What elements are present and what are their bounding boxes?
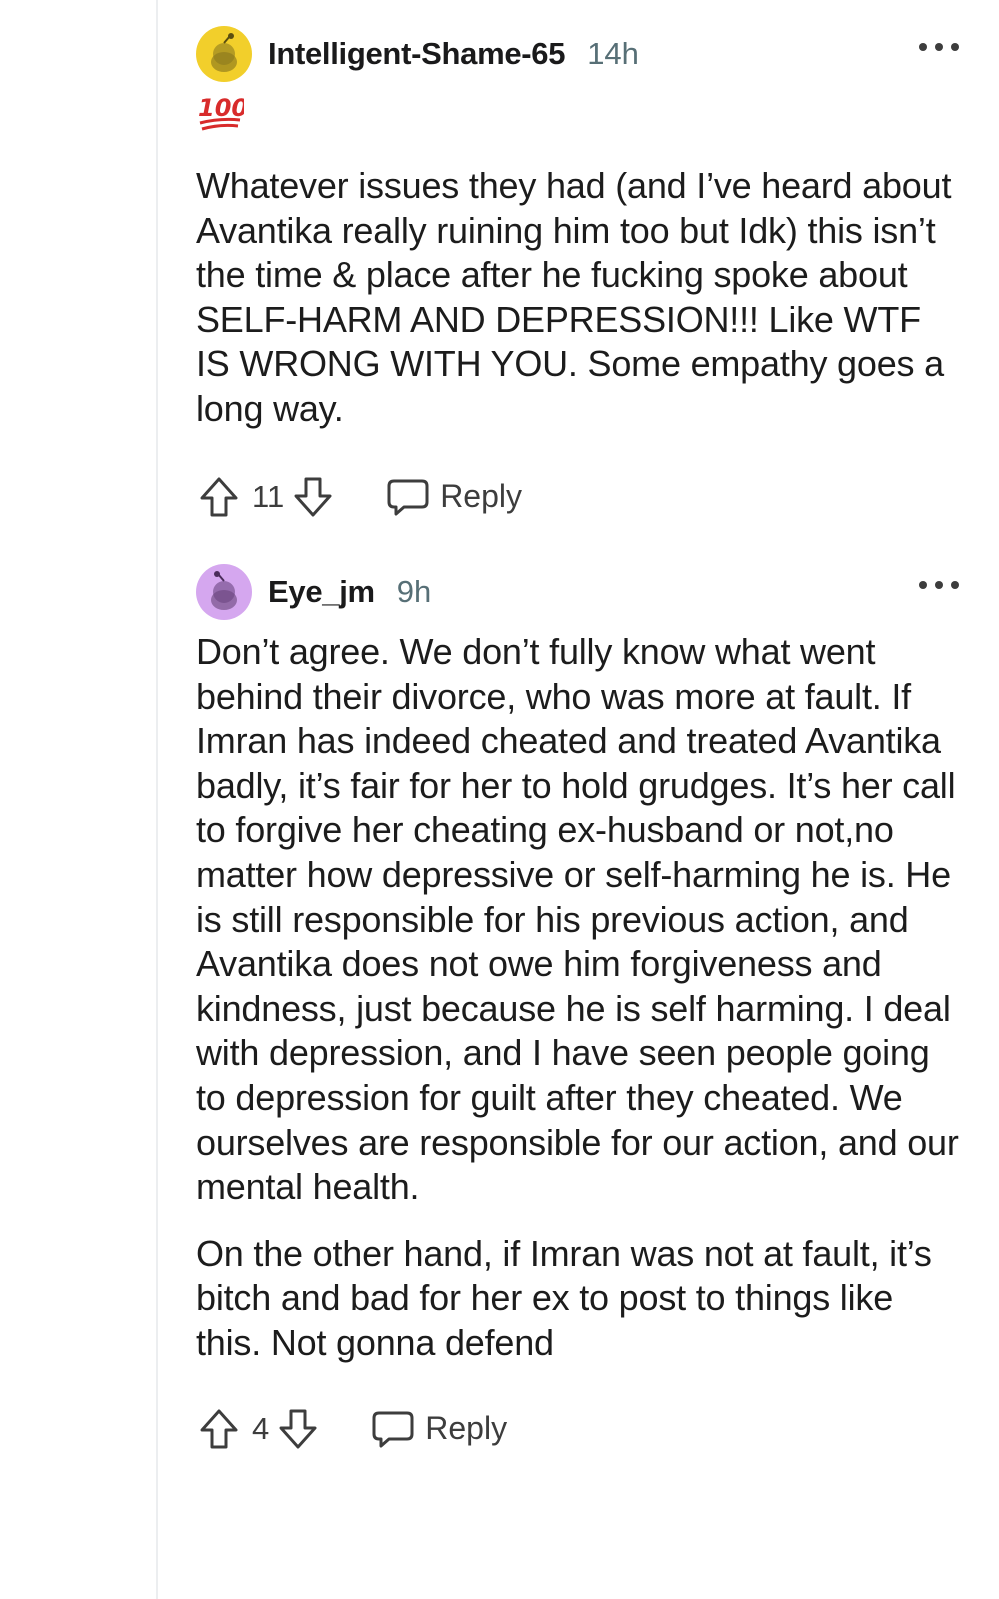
reply-button[interactable]: Reply xyxy=(371,1409,507,1449)
comment-actions: 11 Reply xyxy=(196,472,959,522)
vote-count: 11 xyxy=(252,478,285,514)
comment-paragraph: Don’t agree. We don’t fully know what we… xyxy=(196,631,959,1208)
reply-label: Reply xyxy=(440,478,522,515)
comment-body: Don’t agree. We don’t fully know what we… xyxy=(196,630,959,1366)
downvote-arrow-icon[interactable] xyxy=(290,472,336,522)
reply-button[interactable]: Reply xyxy=(386,477,522,517)
timestamp: 14h xyxy=(587,36,639,71)
speech-bubble-icon xyxy=(372,1411,414,1447)
avatar[interactable] xyxy=(196,564,252,620)
snoo-avatar-icon xyxy=(211,571,237,610)
more-options-icon[interactable] xyxy=(919,40,959,54)
upvote-arrow-icon[interactable] xyxy=(196,1404,242,1454)
comment: Intelligent-Shame-65 14h 100 Whatever is… xyxy=(196,26,959,522)
comment-body: Whatever issues they had (and I’ve heard… xyxy=(196,165,952,429)
speech-bubble-icon xyxy=(387,479,429,516)
username[interactable]: Eye_jm xyxy=(268,574,375,610)
username[interactable]: Intelligent-Shame-65 xyxy=(268,36,565,72)
svg-text:100: 100 xyxy=(198,94,244,122)
avatar[interactable] xyxy=(196,26,252,82)
upvote-arrow-icon[interactable] xyxy=(196,472,242,522)
more-options-icon[interactable] xyxy=(919,578,959,592)
comment-header: Intelligent-Shame-65 14h xyxy=(196,26,959,82)
hundred-points-emoji-icon: 100 xyxy=(196,90,248,139)
thread-line xyxy=(156,0,158,1599)
comment-header: Eye_jm 9h xyxy=(196,564,959,620)
comment-actions: 4 Reply xyxy=(196,1404,959,1454)
downvote-arrow-icon[interactable] xyxy=(275,1404,321,1454)
comment-paragraph: On the other hand, if Imran was not at f… xyxy=(196,1232,932,1363)
reply-label: Reply xyxy=(425,1410,508,1446)
vote-count: 4 xyxy=(252,1410,270,1446)
timestamp: 9h xyxy=(396,574,432,609)
comment: Eye_jm 9h Don’t agree. We don’t fully kn… xyxy=(196,564,959,1454)
snoo-avatar-icon xyxy=(211,33,237,72)
